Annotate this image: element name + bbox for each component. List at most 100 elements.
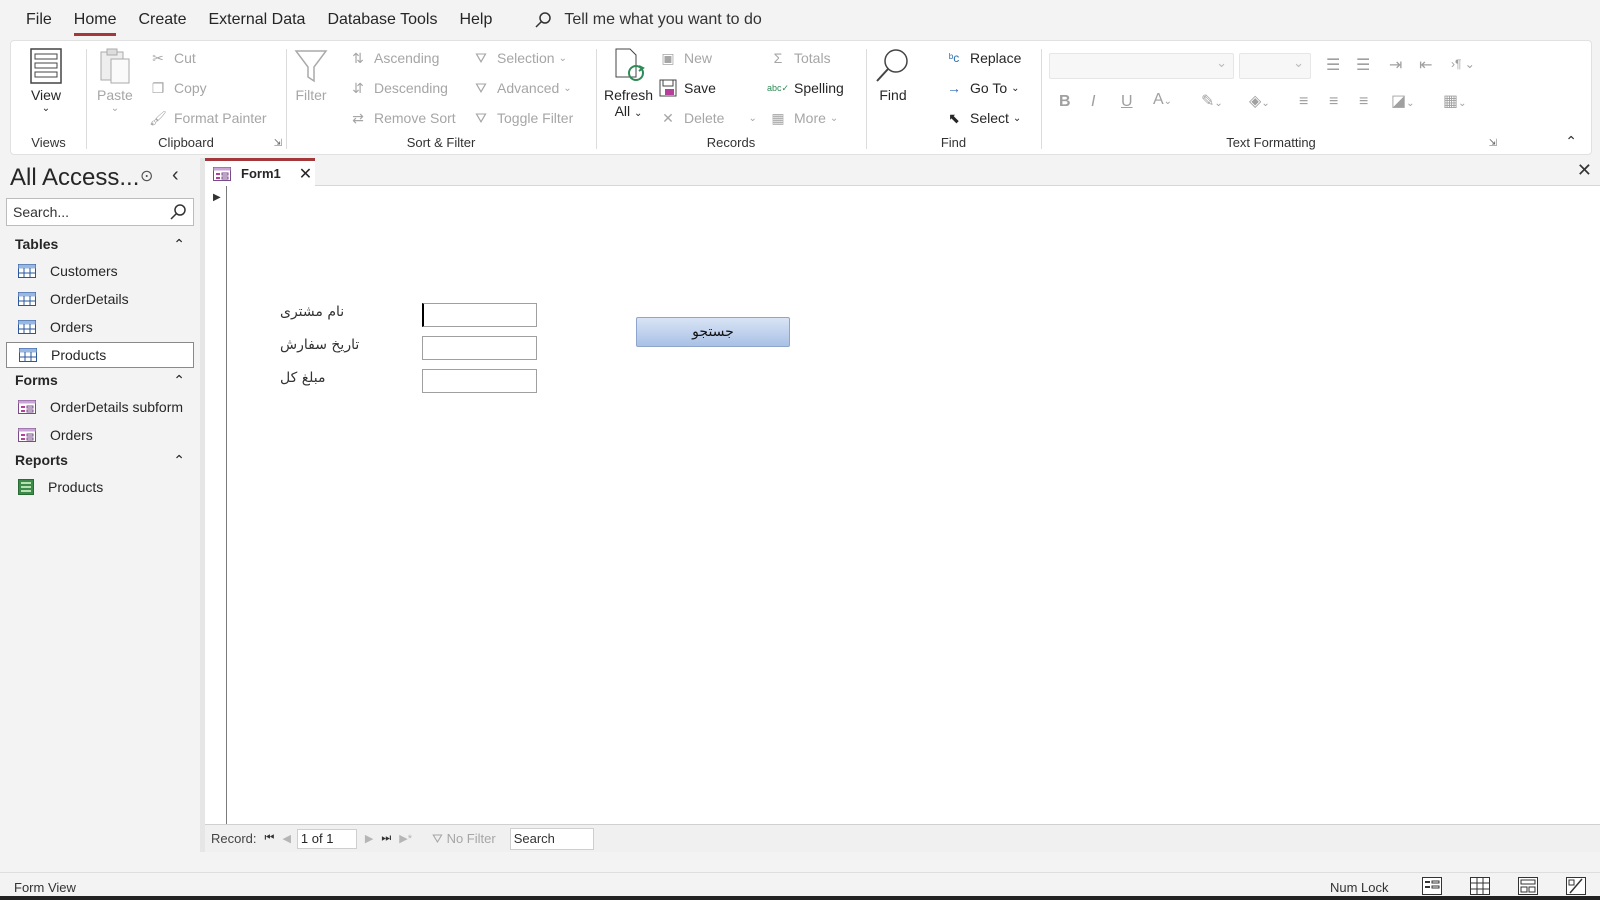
nav-pane-title[interactable]: All Access...	[10, 164, 139, 192]
search-button[interactable]: جستجو	[636, 317, 790, 347]
gridlines-icon[interactable]: ▦⌄	[1443, 91, 1467, 111]
report-icon	[18, 479, 34, 495]
last-record-icon[interactable]: ⏭	[381, 832, 391, 845]
highlight-icon[interactable]: ✎⌄	[1201, 91, 1223, 111]
menu-file[interactable]: File	[26, 11, 52, 29]
nav-item-products[interactable]: Products	[6, 342, 194, 368]
tell-me-box[interactable]: Tell me what you want to do	[534, 11, 762, 29]
view-label: View	[30, 87, 62, 103]
font-color-icon[interactable]: A⌄	[1153, 91, 1172, 109]
go-to-label: Go To	[970, 80, 1008, 96]
window-bottom-border	[0, 896, 1600, 900]
filter-button[interactable]: Filter	[294, 47, 328, 103]
record-position-input[interactable]: 1 of 1	[296, 828, 357, 849]
more-button[interactable]: ▦ More ⌄	[768, 106, 838, 130]
collapse-ribbon-icon[interactable]: ⌃	[1565, 133, 1577, 150]
numbering-icon[interactable]: ☰	[1356, 55, 1370, 75]
spelling-button[interactable]: abc✓ Spelling	[767, 76, 844, 100]
dialog-launcher-icon[interactable]: ⇲	[274, 138, 282, 149]
delete-button[interactable]: ✕ Delete ⌄	[658, 106, 757, 130]
datasheet-view-icon[interactable]	[1470, 877, 1490, 898]
fill-color-icon[interactable]: ◈⌄	[1249, 91, 1270, 111]
nav-section-tables[interactable]: Tables ⌃	[15, 236, 185, 252]
menu-database-tools[interactable]: Database Tools	[327, 11, 437, 29]
nav-menu-dropdown-icon[interactable]: ⊙	[140, 166, 153, 186]
new-record-button[interactable]: ▣ New	[658, 46, 712, 70]
form-view-icon[interactable]	[1422, 877, 1442, 898]
menu-home[interactable]: Home	[73, 11, 116, 36]
refresh-icon	[615, 48, 645, 81]
no-filter-indicator[interactable]: ⛛ No Filter	[432, 831, 496, 847]
indent-decrease-icon[interactable]: ⇤	[1419, 55, 1432, 75]
font-name-combo[interactable]	[1049, 53, 1234, 79]
nav-section-forms[interactable]: Forms ⌃	[15, 372, 185, 388]
align-center-icon[interactable]: ≡	[1329, 93, 1338, 111]
close-tab-icon[interactable]: ✕	[299, 164, 312, 184]
menu-external-data[interactable]: External Data	[209, 11, 306, 29]
records-group-label: Records	[706, 135, 756, 150]
layout-view-icon[interactable]	[1518, 877, 1538, 898]
copy-button[interactable]: ❐ Copy	[148, 76, 207, 100]
nav-item-products-report[interactable]: Products	[6, 474, 194, 500]
text-direction-icon[interactable]: ›¶ ⌄	[1451, 57, 1475, 71]
descending-button[interactable]: ⇵ Descending	[348, 76, 448, 100]
nav-item-customers[interactable]: Customers	[6, 258, 194, 284]
selection-button[interactable]: ⛛ Selection ⌄	[471, 46, 567, 70]
nav-section-reports[interactable]: Reports ⌃	[15, 452, 185, 468]
align-right-icon[interactable]: ≡	[1359, 93, 1368, 111]
new-record-icon[interactable]: ▶*	[399, 832, 412, 845]
nav-item-orders-form[interactable]: Orders	[6, 422, 194, 448]
previous-record-icon[interactable]: ◀	[282, 832, 290, 845]
select-label: Select	[970, 110, 1009, 126]
select-button[interactable]: ⬉ Select ⌄	[944, 106, 1021, 130]
nav-section-label: Tables	[15, 236, 59, 252]
go-to-button[interactable]: → Go To ⌄	[944, 76, 1020, 100]
toggle-filter-button[interactable]: ⛛ Toggle Filter	[471, 106, 573, 130]
cut-button[interactable]: ✂ Cut	[148, 46, 196, 70]
ascending-button[interactable]: ⇅ Ascending	[348, 46, 439, 70]
nav-item-orderdetails[interactable]: OrderDetails	[6, 286, 194, 312]
next-record-icon[interactable]: ▶	[365, 832, 373, 845]
dialog-launcher-icon[interactable]: ⇲	[1489, 138, 1497, 149]
align-left-icon[interactable]: ≡	[1299, 93, 1308, 111]
format-painter-button[interactable]: 🖌 Format Painter	[148, 106, 266, 130]
close-document-icon[interactable]: ✕	[1577, 160, 1592, 181]
record-selector[interactable]: ▶	[205, 186, 227, 824]
nav-item-orderdetails-subform[interactable]: OrderDetails subform	[6, 394, 194, 420]
shutter-bar-close-icon[interactable]: ‹	[172, 164, 179, 187]
italic-button[interactable]: I	[1091, 93, 1095, 111]
first-record-icon[interactable]: ⏮	[265, 832, 275, 845]
spelling-label: Spelling	[794, 80, 844, 96]
bullets-icon[interactable]: ☰	[1326, 55, 1340, 75]
order-date-input[interactable]	[422, 336, 537, 360]
paste-button[interactable]: Paste ⌄	[97, 47, 133, 114]
refresh-label: Refresh	[604, 87, 654, 103]
nav-item-orders[interactable]: Orders	[6, 314, 194, 340]
record-search-input[interactable]: Search	[509, 827, 594, 850]
nav-search-input[interactable]: Search...	[6, 198, 194, 226]
replace-button[interactable]: ᵇc Replace	[944, 46, 1022, 70]
advanced-button[interactable]: ⛛ Advanced ⌄	[471, 76, 572, 100]
find-button[interactable]: Find	[874, 47, 912, 103]
bold-button[interactable]: B	[1059, 93, 1071, 111]
tab-form1[interactable]: Form1 ✕	[205, 158, 315, 186]
clipboard-group: Paste ⌄ ✂ Cut ❐ Copy 🖌 Format Painter Clipb…	[86, 41, 286, 156]
refresh-all-button[interactable]: Refresh All ⌄	[604, 47, 653, 119]
view-button[interactable]: View ⌄	[29, 47, 63, 114]
underline-button[interactable]: U	[1121, 93, 1133, 111]
menu-create[interactable]: Create	[138, 11, 186, 29]
remove-sort-button[interactable]: ⇄ Remove Sort	[348, 106, 456, 130]
save-button[interactable]: Save	[658, 76, 716, 100]
paintbrush-icon: 🖌	[149, 109, 167, 126]
total-amount-input[interactable]	[422, 369, 537, 393]
indent-increase-icon[interactable]: ⇥	[1389, 55, 1402, 75]
toggle-filter-icon: ⛛	[475, 109, 487, 126]
status-view-name: Form View	[14, 880, 76, 895]
font-size-combo[interactable]	[1239, 53, 1311, 79]
customer-name-input[interactable]	[422, 303, 537, 327]
totals-button[interactable]: Σ Totals	[768, 46, 831, 70]
menu-help[interactable]: Help	[459, 11, 492, 29]
background-color-icon[interactable]: ◪⌄	[1391, 91, 1415, 111]
design-view-icon[interactable]	[1566, 877, 1586, 898]
more-label: More	[794, 110, 826, 126]
